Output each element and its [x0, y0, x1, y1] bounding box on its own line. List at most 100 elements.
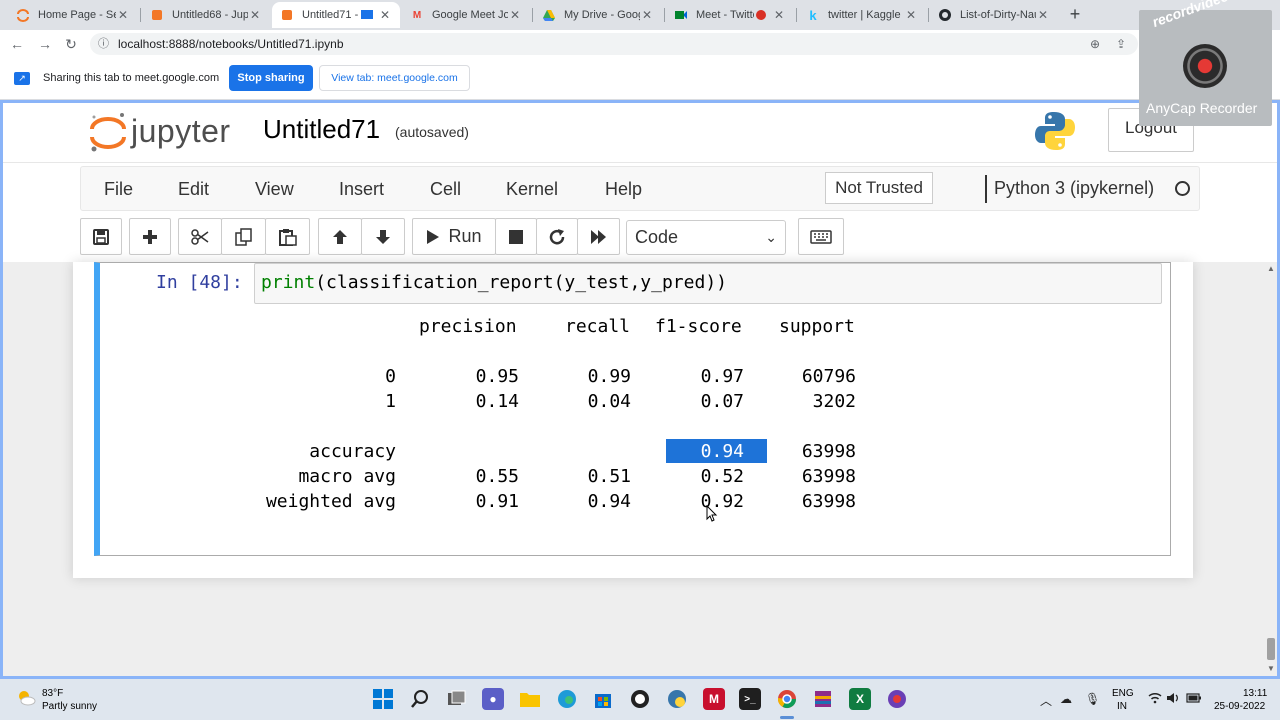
tab-divider: [532, 8, 533, 22]
chrome-icon[interactable]: [776, 688, 798, 710]
kernel-idle-indicator-icon: [1175, 181, 1190, 196]
trust-status-button[interactable]: Not Trusted: [825, 172, 933, 204]
save-button[interactable]: [80, 218, 122, 255]
notebook-title[interactable]: Untitled71: [263, 114, 380, 145]
scroll-up-arrow-icon[interactable]: ▲: [1266, 264, 1276, 274]
close-icon[interactable]: ✕: [904, 8, 918, 22]
tab-divider: [928, 8, 929, 22]
recorder-app-icon[interactable]: [886, 688, 908, 710]
view-tab-button[interactable]: View tab: meet.google.com: [319, 65, 470, 91]
cut-button[interactable]: [178, 218, 222, 255]
kernel-name[interactable]: Python 3 (ipykernel): [994, 178, 1154, 199]
terminal-icon[interactable]: >_: [739, 688, 761, 710]
cell-support: 63998: [801, 466, 856, 487]
paste-button[interactable]: [265, 218, 310, 255]
tab-untitled68[interactable]: Untitled68 - Jupy ✕: [142, 2, 270, 28]
menu-cell[interactable]: Cell: [430, 179, 461, 200]
close-icon[interactable]: ✕: [772, 8, 786, 22]
input-prompt: In [48]:: [156, 272, 243, 293]
jupyter-icon: [16, 8, 30, 22]
tab-list-of-dirty[interactable]: List-of-Dirty-Nau ✕: [930, 2, 1058, 28]
jupyter-logo[interactable]: jupyter: [88, 109, 248, 155]
store-icon[interactable]: [592, 688, 614, 710]
restart-button[interactable]: [536, 218, 578, 255]
excel-icon[interactable]: X: [849, 688, 871, 710]
github-desktop-icon[interactable]: [629, 688, 651, 710]
tab-untitled71[interactable]: Untitled71 - ✕: [272, 2, 400, 28]
cell-type-select[interactable]: Code ⌄: [626, 220, 786, 255]
screen-share-icon: [360, 8, 374, 22]
file-explorer-icon[interactable]: [519, 688, 541, 710]
chevron-up-icon[interactable]: ︿: [1040, 692, 1052, 709]
forward-arrow-icon[interactable]: →: [36, 35, 54, 53]
tab-google-meet-join[interactable]: M Google Meet Join ✕: [402, 2, 530, 28]
winrar-icon[interactable]: [812, 688, 834, 710]
clock-date[interactable]: 25-09-2022: [1214, 701, 1265, 712]
task-view-icon[interactable]: [446, 688, 468, 710]
scrollbar-thumb[interactable]: [1267, 638, 1275, 660]
partly-sunny-icon[interactable]: [16, 690, 36, 706]
row-label: macro avg: [298, 466, 396, 487]
close-icon[interactable]: ✕: [1036, 8, 1050, 22]
info-icon[interactable]: ⓘ: [98, 33, 109, 55]
cell-recall: 0.04: [587, 391, 631, 412]
run-button[interactable]: Run: [412, 218, 496, 255]
run-label: Run: [448, 226, 482, 246]
menu-help[interactable]: Help: [605, 179, 642, 200]
onedrive-cloud-icon[interactable]: ☁: [1060, 692, 1072, 706]
tab-twitter-kaggle[interactable]: k twitter | Kaggle ✕: [798, 2, 926, 28]
new-tab-button[interactable]: +: [1066, 5, 1084, 23]
menu-insert[interactable]: Insert: [339, 179, 384, 200]
fast-forward-icon: [590, 229, 606, 244]
tab-divider: [140, 8, 141, 22]
scroll-down-arrow-icon[interactable]: ▼: [1266, 664, 1276, 674]
keyboard-icon: [810, 229, 832, 244]
weather-temperature[interactable]: 83°F: [42, 688, 63, 699]
cell-support: 63998: [801, 441, 856, 462]
interrupt-button[interactable]: [495, 218, 537, 255]
tab-label: twitter | Kaggle: [828, 9, 901, 21]
move-up-button[interactable]: [318, 218, 362, 255]
mcafee-shield-icon[interactable]: M: [703, 688, 725, 710]
copy-button[interactable]: [221, 218, 266, 255]
back-arrow-icon[interactable]: ←: [8, 35, 26, 53]
drive-icon: [542, 8, 556, 22]
menu-kernel[interactable]: Kernel: [506, 179, 558, 200]
search-icon[interactable]: [409, 688, 431, 710]
share-icon[interactable]: ⇪: [1112, 35, 1130, 53]
reload-icon[interactable]: ↻: [62, 35, 80, 53]
edge-browser-icon[interactable]: [556, 688, 578, 710]
stop-sharing-button[interactable]: Stop sharing: [229, 65, 313, 91]
chevron-down-icon: ⌄: [765, 229, 777, 245]
battery-icon[interactable]: [1186, 692, 1202, 707]
wifi-icon[interactable]: [1148, 692, 1162, 707]
menu-edit[interactable]: Edit: [178, 179, 209, 200]
close-icon[interactable]: ✕: [248, 8, 262, 22]
weather-description[interactable]: Partly sunny: [42, 701, 97, 712]
tab-home-page[interactable]: Home Page - Sele ✕: [8, 2, 138, 28]
command-palette-button[interactable]: [798, 218, 844, 255]
restart-run-all-button[interactable]: [577, 218, 620, 255]
close-icon[interactable]: ✕: [378, 8, 392, 22]
insert-cell-button[interactable]: [129, 218, 171, 255]
microphone-icon[interactable]: 🎙: [1085, 692, 1100, 706]
teams-chat-icon[interactable]: ●: [482, 688, 504, 710]
close-icon[interactable]: ✕: [508, 8, 522, 22]
close-icon[interactable]: ✕: [116, 8, 130, 22]
tab-meet-twitter[interactable]: Meet - Twitte ✕: [666, 2, 794, 28]
language-region[interactable]: IN: [1117, 701, 1127, 712]
header-support: support: [779, 316, 855, 337]
tab-my-drive[interactable]: My Drive - Googl ✕: [534, 2, 662, 28]
speaker-icon[interactable]: [1166, 692, 1180, 707]
zoom-icon[interactable]: ⊕: [1086, 35, 1104, 53]
python-idle-icon[interactable]: [666, 688, 688, 710]
windows-start-icon[interactable]: [372, 688, 394, 710]
move-down-button[interactable]: [361, 218, 405, 255]
address-bar[interactable]: ⓘ localhost:8888/notebooks/Untitled71.ip…: [90, 33, 1138, 55]
menu-file[interactable]: File: [104, 179, 133, 200]
close-icon[interactable]: ✕: [640, 8, 654, 22]
clock-time[interactable]: 13:11: [1243, 688, 1267, 699]
menu-view[interactable]: View: [255, 179, 294, 200]
language-indicator[interactable]: ENG: [1112, 688, 1134, 699]
tab-label: Untitled68 - Jupy: [172, 9, 248, 21]
